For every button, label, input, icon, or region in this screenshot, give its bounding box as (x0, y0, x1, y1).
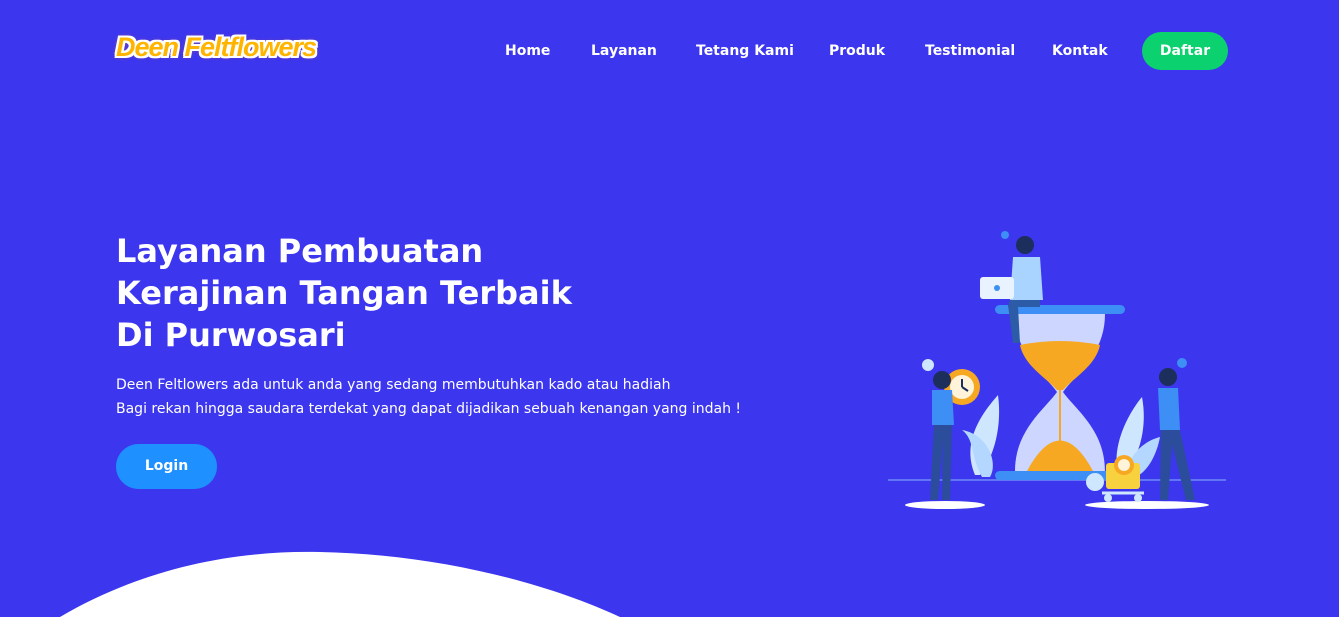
hero-title-line: Kerajinan Tangan Terbaik (116, 274, 572, 312)
nav-testimonial[interactable]: Testimonial (925, 32, 1015, 70)
brand-logo[interactable]: Deen Feltflowers (116, 32, 317, 63)
nav-home[interactable]: Home (505, 32, 550, 70)
hero-title-line: Di Purwosari (116, 316, 346, 354)
nav-layanan[interactable]: Layanan (591, 32, 657, 70)
hero-description-line: Bagi rekan hingga saudara terdekat yang … (116, 401, 742, 417)
hero-description: Deen Feltlowers ada untuk anda yang seda… (116, 373, 741, 421)
hero-description-line: Deen Feltlowers ada untuk anda yang seda… (116, 377, 671, 393)
shadow-right (1085, 501, 1209, 509)
person-right-icon (1158, 358, 1195, 500)
nav-produk[interactable]: Produk (829, 32, 885, 70)
hero-title: Layanan Pembuatan Kerajinan Tangan Terba… (116, 230, 572, 356)
shadow-left (905, 501, 985, 509)
bottom-wave (60, 551, 620, 617)
daftar-button[interactable]: Daftar (1142, 32, 1228, 70)
hero-title-line: Layanan Pembuatan (116, 232, 484, 270)
hero-illustration (888, 231, 1226, 509)
nav-kontak[interactable]: Kontak (1052, 32, 1108, 70)
nav-tentang-kami[interactable]: Tetang Kami (696, 32, 794, 70)
login-button[interactable]: Login (116, 444, 217, 489)
